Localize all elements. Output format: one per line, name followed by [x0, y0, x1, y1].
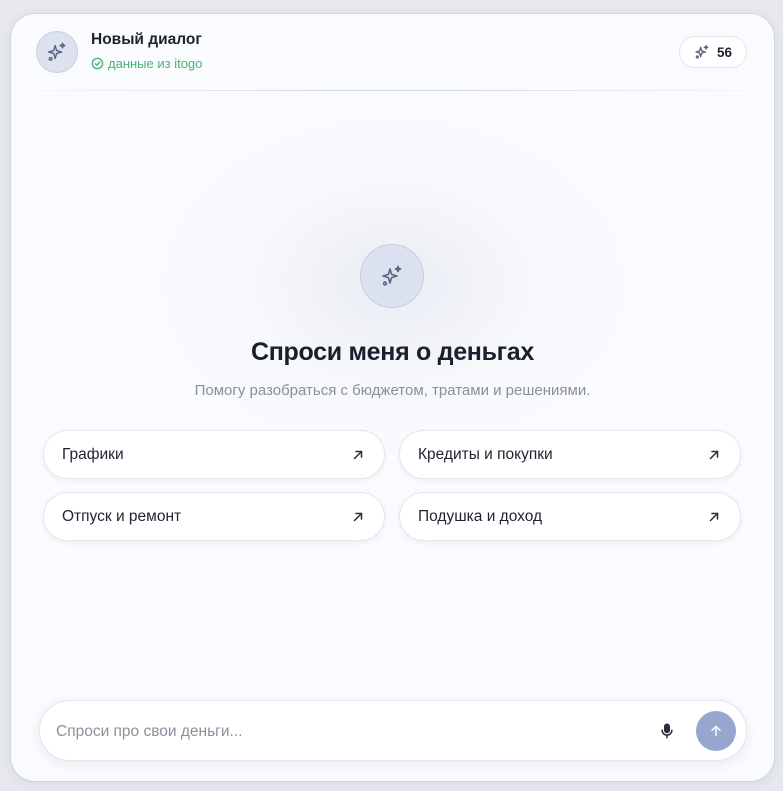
- hero-avatar: [360, 244, 424, 308]
- sparkles-icon: [695, 45, 709, 59]
- suggestion-chip-vacation[interactable]: Отпуск и ремонт: [43, 492, 385, 541]
- suggestion-chip-savings[interactable]: Подушка и доход: [399, 492, 741, 541]
- message-input[interactable]: [54, 716, 618, 748]
- suggestion-label: Подушка и доход: [418, 507, 543, 525]
- data-source-label: данные из itogo: [108, 56, 203, 71]
- send-button[interactable]: [696, 711, 736, 751]
- check-circle-icon: [91, 57, 104, 70]
- suggestion-label: Отпуск и ремонт: [62, 507, 182, 525]
- microphone-button[interactable]: [656, 720, 678, 742]
- chat-header: Новый диалог данные из itogo 56: [11, 14, 774, 91]
- sparkles-icon: [48, 42, 66, 61]
- arrow-up-right-icon: [708, 449, 720, 461]
- microphone-icon: [661, 723, 673, 739]
- data-source-status: данные из itogo: [91, 56, 202, 71]
- arrow-up-right-icon: [352, 511, 364, 523]
- arrow-up-icon: [711, 725, 721, 737]
- suggestion-label: Графики: [62, 445, 124, 463]
- suggestion-chip-credits[interactable]: Кредиты и покупки: [399, 430, 741, 479]
- message-composer: [39, 700, 747, 761]
- chat-window: Новый диалог данные из itogo 56 Спроси м…: [11, 14, 774, 781]
- suggestion-chip-charts[interactable]: Графики: [43, 430, 385, 479]
- arrow-up-right-icon: [352, 449, 364, 461]
- assistant-avatar: [36, 31, 78, 73]
- credits-count: 56: [716, 44, 732, 60]
- dialog-title: Новый диалог: [91, 31, 202, 48]
- sparkles-icon: [382, 265, 402, 286]
- credits-badge[interactable]: 56: [678, 36, 747, 68]
- hero-title: Спроси меня о деньгах: [251, 338, 534, 366]
- header-divider: [39, 90, 746, 91]
- hero-subtitle: Помогу разобраться с бюджетом, тратами и…: [194, 382, 591, 399]
- arrow-up-right-icon: [708, 511, 720, 523]
- suggestion-label: Кредиты и покупки: [418, 445, 553, 463]
